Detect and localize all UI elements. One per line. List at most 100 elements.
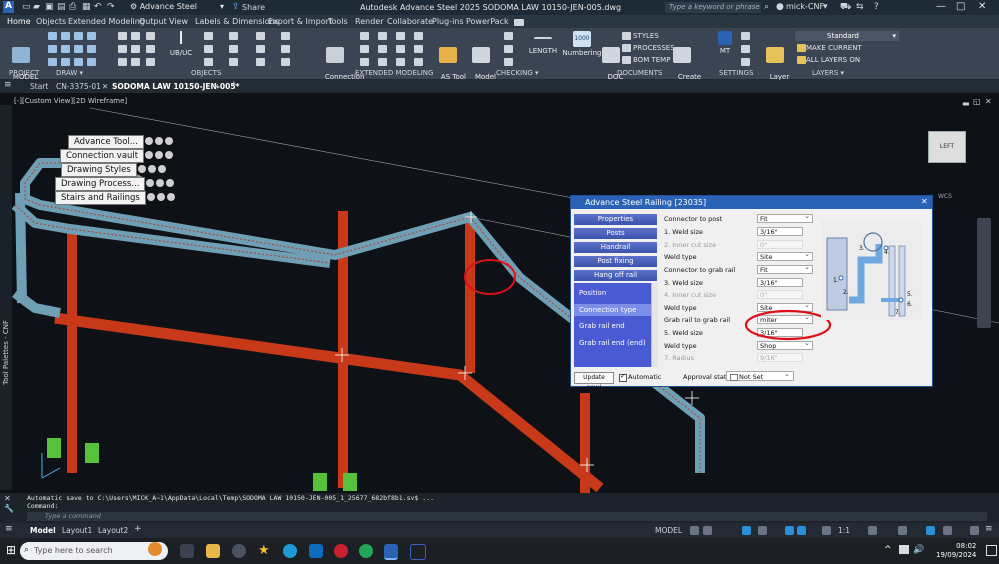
approval-status-select[interactable]: Not Set xyxy=(726,369,794,381)
nav-handrail[interactable]: Handrail xyxy=(574,242,657,253)
tab-render[interactable]: Render xyxy=(355,17,383,26)
nav-hang-off-rail[interactable]: Hang off rail xyxy=(574,270,657,281)
palette-item-drawing-styles[interactable]: Drawing Styles xyxy=(61,163,167,177)
menu-icon[interactable]: ≡ xyxy=(5,524,13,534)
command-input[interactable]: Type a command xyxy=(27,512,987,521)
palette-item-drawing-process[interactable]: Drawing Process... xyxy=(55,177,175,191)
share-button[interactable]: Share xyxy=(242,3,265,12)
make-current-icon[interactable] xyxy=(797,44,806,52)
palette-item-stairs-railings[interactable]: Stairs and Railings xyxy=(55,191,176,205)
move-icon[interactable] xyxy=(156,179,165,187)
tab-export-import[interactable]: Export & Import xyxy=(268,17,332,26)
layout-tab-layout2[interactable]: Layout2 xyxy=(98,526,128,535)
defaults-icon[interactable] xyxy=(741,45,750,53)
wcs-label[interactable]: WCS xyxy=(938,193,952,200)
profile-tool-icon[interactable] xyxy=(204,32,213,40)
all-layers-on-button[interactable]: ALL LAYERS ON xyxy=(806,56,860,64)
palette-item-advance-tool[interactable]: Advance Tool... xyxy=(68,135,174,149)
nav-post-fixing[interactable]: Post fixing xyxy=(574,256,657,267)
grid-icon[interactable] xyxy=(690,526,699,535)
notifications-icon[interactable] xyxy=(986,545,997,556)
menu-icon[interactable]: ≡ xyxy=(4,80,12,90)
workspace-selector[interactable]: ⚙ Advance Steel ▾ xyxy=(130,2,226,13)
panel-label-layers[interactable]: LAYERS ▾ xyxy=(812,69,844,77)
tab-extended-modeling[interactable]: Extended Modeling xyxy=(68,17,145,26)
redo-icon[interactable]: ↷ xyxy=(107,2,115,12)
subnav-scrollbar[interactable] xyxy=(651,283,658,367)
open-file-icon[interactable]: ▰ xyxy=(33,2,40,12)
line-tool-icon[interactable] xyxy=(48,32,57,40)
outlook-icon[interactable] xyxy=(309,544,323,558)
file-tab-cn-3375[interactable]: CN-3375-01 xyxy=(56,82,101,91)
share-icon[interactable]: ⇪ xyxy=(232,2,240,12)
settings-icon[interactable] xyxy=(145,151,154,159)
file-tab-start[interactable]: Start xyxy=(30,82,48,91)
weld-size-1-input[interactable]: 3/16" xyxy=(757,227,803,236)
connector-to-post-select[interactable]: Fit xyxy=(757,212,813,223)
clean-screen-icon[interactable] xyxy=(970,526,979,535)
special-part-tool-icon[interactable] xyxy=(146,58,155,66)
boundary-tool-icon[interactable] xyxy=(87,58,96,66)
viewcube[interactable]: LEFT xyxy=(928,131,966,163)
windows-start-icon[interactable]: ⊞ xyxy=(6,544,18,556)
help-search-input[interactable]: Type a keyword or phrase xyxy=(665,2,761,13)
update-now-button[interactable]: Update now! xyxy=(574,372,614,391)
styles-icon[interactable] xyxy=(622,32,631,40)
hole-tool-icon[interactable] xyxy=(146,45,155,53)
styles-button[interactable]: STYLES xyxy=(633,32,659,40)
point-tool-icon[interactable] xyxy=(48,58,57,66)
frame-tool-icon[interactable] xyxy=(360,45,369,53)
profile-tool-icon[interactable] xyxy=(204,45,213,53)
settings-icon[interactable] xyxy=(741,32,750,40)
ellipse-tool-icon[interactable] xyxy=(74,45,83,53)
cart-icon[interactable]: ⛟ xyxy=(840,2,851,13)
exchange-icon[interactable]: ⇆ xyxy=(856,2,864,12)
subnav-grab-rail-end[interactable]: Grab rail end xyxy=(574,320,651,332)
bom-template-icon[interactable] xyxy=(622,56,631,64)
profile-tool-icon[interactable] xyxy=(256,45,265,53)
gable-tool-icon[interactable] xyxy=(378,58,387,66)
length-button[interactable]: LENGTH xyxy=(527,31,559,55)
close-button[interactable]: ✕ xyxy=(978,1,986,12)
make-current-button[interactable]: MAKE CURRENT xyxy=(806,44,862,52)
layer-dropdown[interactable]: Standard ▾ xyxy=(795,31,899,41)
nav-properties[interactable]: Properties xyxy=(574,214,657,225)
minimize-button[interactable]: — xyxy=(936,1,946,12)
numbering-button[interactable]: 1000 Numbering xyxy=(562,31,602,57)
tab-output[interactable]: Output xyxy=(139,17,167,26)
shear-stud-tool-icon[interactable] xyxy=(118,58,127,66)
ribbon-toggle-icon[interactable] xyxy=(514,19,524,26)
tab-home[interactable]: Home xyxy=(7,17,31,26)
connector-to-grab-rail-select[interactable]: Fit xyxy=(757,263,813,274)
tab-tools[interactable]: Tools xyxy=(328,17,348,26)
save-icon[interactable]: ▣ xyxy=(45,2,54,12)
chevron-up-icon[interactable]: ^ xyxy=(884,545,892,555)
dialog-close-icon[interactable]: ✕ xyxy=(921,197,928,206)
revcloud-tool-icon[interactable] xyxy=(74,58,83,66)
weld-size-3-input[interactable]: 3/16" xyxy=(757,278,803,287)
model-space-toggle[interactable]: MODEL xyxy=(655,526,682,535)
plus-icon[interactable] xyxy=(898,526,907,535)
file-tab-close-icon[interactable]: ✕ xyxy=(213,82,219,91)
all-layers-on-icon[interactable] xyxy=(797,56,806,64)
weld-type-3-select[interactable]: Shop xyxy=(757,339,813,350)
taskbar-search-input[interactable]: Type here to search xyxy=(20,542,168,560)
close-icon[interactable]: ✕ xyxy=(4,494,11,503)
profile-tool-icon[interactable] xyxy=(256,58,265,66)
volume-icon[interactable]: 🔊 xyxy=(913,545,924,555)
close-icon[interactable] xyxy=(166,193,175,201)
weld-type-1-select[interactable]: Site xyxy=(757,250,813,261)
settings-icon[interactable] xyxy=(146,193,155,201)
new-tab-icon[interactable]: + xyxy=(230,80,238,90)
spline-tool-icon[interactable] xyxy=(61,45,70,53)
clash-check-icon[interactable] xyxy=(504,32,513,40)
anchor-tool-icon[interactable] xyxy=(131,58,140,66)
mt-button[interactable]: MT xyxy=(714,31,736,55)
beam-tool-icon[interactable] xyxy=(118,32,127,40)
advance-steel-taskbar-icon[interactable] xyxy=(384,544,398,560)
profile-tool-icon[interactable] xyxy=(256,32,265,40)
column-tool-icon[interactable] xyxy=(396,58,405,66)
subnav-connection-type[interactable]: Connection type xyxy=(574,304,651,316)
move-icon[interactable] xyxy=(156,193,165,201)
tab-objects[interactable]: Objects xyxy=(36,17,66,26)
